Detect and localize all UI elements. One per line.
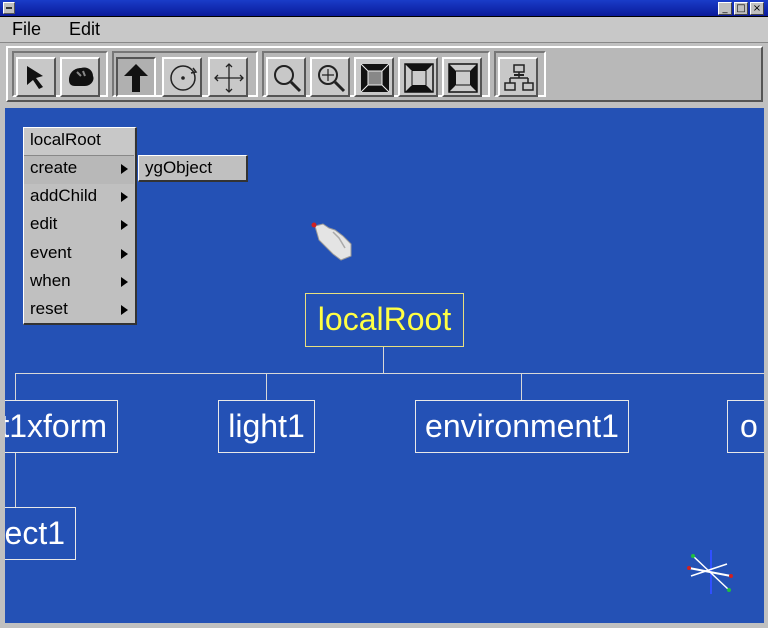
zoom-tool-button[interactable] <box>266 57 306 97</box>
rotate-icon <box>170 65 198 91</box>
submenu-arrow-icon <box>121 249 128 259</box>
connector-root-down <box>383 346 384 374</box>
submenu-arrow-icon <box>121 192 128 202</box>
zoom-fit-icon <box>318 65 346 93</box>
context-menu-event[interactable]: event <box>24 241 134 269</box>
node-localroot[interactable]: localRoot <box>305 293 464 347</box>
context-menu-when[interactable]: when <box>24 269 134 297</box>
view-top-icon <box>404 63 434 93</box>
context-menu-event-label: event <box>30 243 72 262</box>
view-side-icon <box>448 63 478 93</box>
hand-cursor-icon <box>311 222 352 261</box>
submenu-arrow-icon <box>121 164 128 174</box>
zoom-fit-tool-button[interactable] <box>310 57 350 97</box>
view-side-button[interactable] <box>442 57 482 97</box>
close-button[interactable]: × <box>750 2 764 15</box>
maximize-button[interactable]: □ <box>734 2 748 15</box>
scene-graph-canvas[interactable]: localRoot t1xform light1 environment1 o … <box>5 108 764 623</box>
submenu-ygobject[interactable]: ygObject <box>138 155 248 182</box>
submenu-arrow-icon <box>121 305 128 315</box>
context-menu-edit[interactable]: edit <box>24 212 134 240</box>
move-up-icon <box>124 64 148 92</box>
navigate-hand-icon <box>69 67 94 86</box>
system-menu-icon[interactable] <box>3 2 15 14</box>
zoom-icon <box>274 65 302 93</box>
select-tool-button[interactable] <box>16 57 56 97</box>
node-environment1[interactable]: environment1 <box>415 400 629 453</box>
submenu-arrow-icon <box>121 220 128 230</box>
axis-gizmo-icon <box>687 550 733 594</box>
toolbar-group-view <box>262 51 490 97</box>
context-menu: localRoot create addChild edit event whe… <box>23 127 137 325</box>
toolbar-group-select <box>12 51 108 97</box>
rotate-tool-button[interactable] <box>162 57 202 97</box>
submenu-arrow-icon <box>121 277 128 287</box>
translate-tool-button[interactable] <box>208 57 248 97</box>
window-titlebar[interactable]: _ □ × <box>0 0 768 17</box>
toolbar <box>6 46 763 102</box>
connector-xform <box>15 373 16 400</box>
context-menu-reset[interactable]: reset <box>24 297 134 325</box>
toolbar-group-transform <box>112 51 258 97</box>
view-front-icon <box>360 63 390 93</box>
navigate-tool-button[interactable] <box>60 57 100 97</box>
context-menu-edit-label: edit <box>30 214 58 233</box>
view-top-button[interactable] <box>398 57 438 97</box>
connector-horizontal <box>15 373 764 374</box>
connector-xform-child <box>15 453 16 507</box>
move-up-tool-button[interactable] <box>116 57 156 97</box>
scene-graph-button[interactable] <box>498 57 538 97</box>
menu-edit[interactable]: Edit <box>69 19 100 40</box>
context-menu-addchild[interactable]: addChild <box>24 184 134 212</box>
scene-graph-icon <box>504 64 534 91</box>
context-menu-when-label: when <box>30 271 71 290</box>
toolbar-group-graph <box>494 51 546 97</box>
connector-light <box>266 373 267 400</box>
select-arrow-icon <box>27 66 43 89</box>
context-menu-addchild-label: addChild <box>30 186 98 205</box>
node-xform[interactable]: t1xform <box>5 400 118 453</box>
context-menu-create[interactable]: create <box>24 156 134 184</box>
context-menu-create-label: create <box>30 158 78 177</box>
menu-bar: File Edit <box>0 17 768 43</box>
connector-environment <box>521 373 522 400</box>
node-object1[interactable]: ject1 <box>5 507 76 560</box>
menu-file[interactable]: File <box>12 19 41 40</box>
translate-cross-icon <box>214 63 244 93</box>
context-menu-reset-label: reset <box>30 299 68 318</box>
node-partial-right[interactable]: o <box>727 400 764 453</box>
view-front-button[interactable] <box>354 57 394 97</box>
minimize-button[interactable]: _ <box>718 2 732 15</box>
node-light1[interactable]: light1 <box>218 400 315 453</box>
context-menu-header: localRoot <box>24 128 134 156</box>
